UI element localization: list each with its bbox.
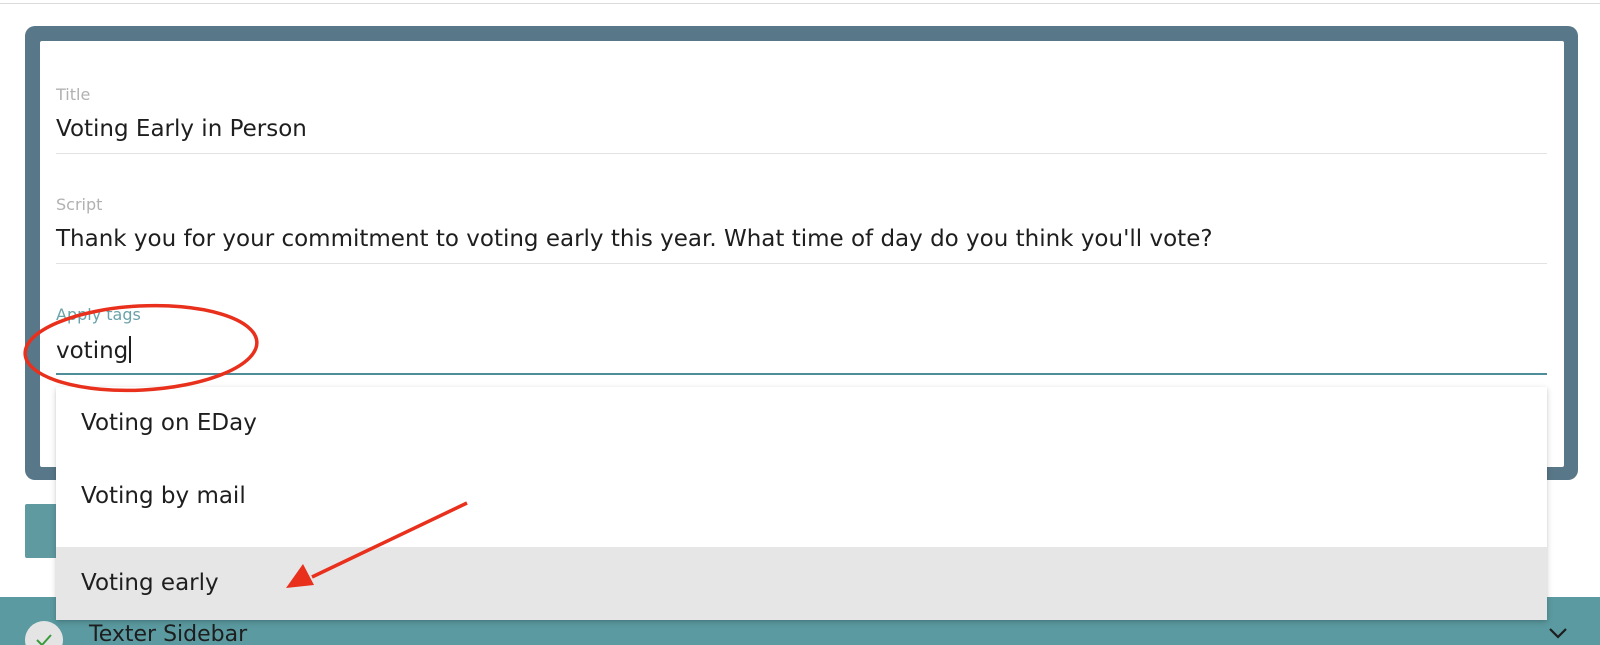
tags-autocomplete-menu: Voting on EDay Voting by mail Voting ear…: [56, 387, 1547, 620]
apply-tags-input[interactable]: voting: [56, 336, 132, 364]
chevron-down-icon[interactable]: [1548, 627, 1568, 639]
script-underline: [56, 263, 1547, 264]
title-label: Title: [56, 85, 91, 104]
title-input[interactable]: Voting Early in Person: [56, 116, 307, 142]
apply-tags-field[interactable]: Apply tags voting: [56, 304, 1547, 376]
script-label: Script: [56, 195, 103, 214]
tag-option-voting-on-eday[interactable]: Voting on EDay: [56, 387, 1547, 460]
apply-tags-label: Apply tags: [56, 305, 141, 324]
apply-tags-underline: [56, 373, 1547, 375]
title-underline: [56, 153, 1547, 154]
title-field[interactable]: Title Voting Early in Person: [56, 84, 1547, 154]
script-field[interactable]: Script Thank you for your commitment to …: [56, 194, 1547, 264]
text-caret: [129, 336, 132, 363]
tag-option-voting-by-mail[interactable]: Voting by mail: [56, 460, 1547, 533]
top-divider: [0, 0, 1600, 4]
tag-option-voting-early[interactable]: Voting early: [56, 547, 1547, 620]
apply-tags-text: voting: [56, 338, 129, 364]
texter-sidebar-title[interactable]: Texter Sidebar: [89, 622, 247, 645]
script-input[interactable]: Thank you for your commitment to voting …: [56, 226, 1213, 252]
page: Title Voting Early in Person Script Than…: [0, 0, 1600, 645]
